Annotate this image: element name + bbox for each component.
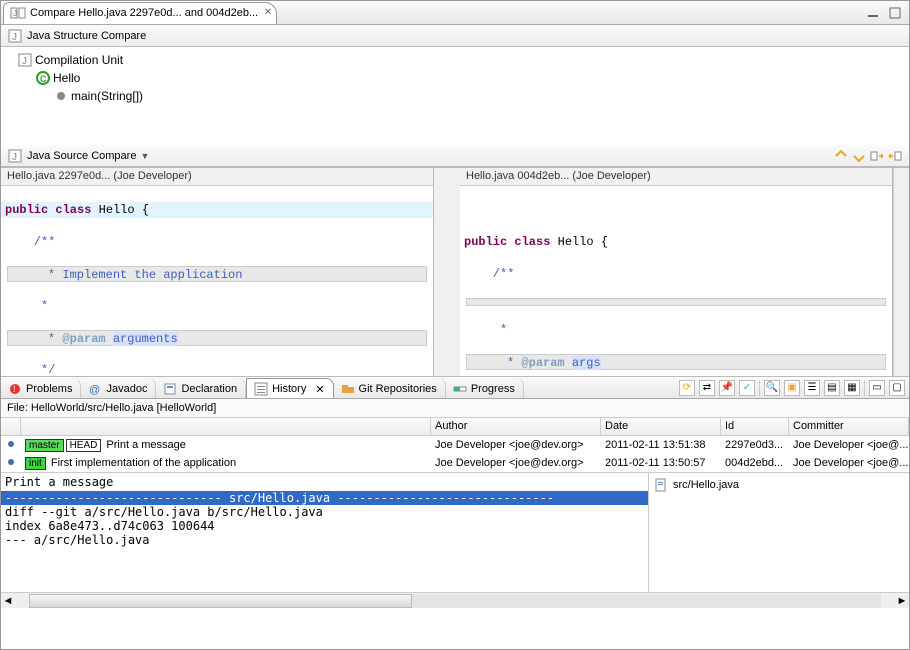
history-detail-split: Print a message ------------------------… <box>1 472 909 592</box>
history-icon <box>253 381 269 397</box>
tab-javadoc[interactable]: @ Javadoc <box>81 378 156 398</box>
close-icon[interactable]: ✕ <box>264 7 272 18</box>
prev-diff-icon[interactable] <box>851 148 867 164</box>
pin-icon[interactable]: 📌 <box>719 380 735 396</box>
structure-tree[interactable]: J Compilation Unit C Hello main(String[]… <box>1 47 909 145</box>
java-icon: J <box>7 28 23 44</box>
svg-text:J: J <box>12 152 17 163</box>
col-id[interactable]: Id <box>721 418 789 435</box>
tab-problems[interactable]: ! Problems <box>1 378 81 398</box>
java-icon: J <box>7 148 23 164</box>
class-icon: C <box>35 70 51 86</box>
method-icon <box>53 88 69 104</box>
structure-compare-title: Java Structure Compare <box>27 30 146 42</box>
ref-badge: HEAD <box>66 439 102 452</box>
history-row[interactable]: init First implementation of the applica… <box>1 454 909 472</box>
javadoc-icon: @ <box>87 381 103 397</box>
left-file-header: Hello.java 2297e0d... (Joe Developer) <box>1 168 433 186</box>
svg-text:J: J <box>12 32 17 43</box>
tab-title: Compare Hello.java 2297e0d... and 004d2e… <box>30 7 258 19</box>
views-tab-bar: ! Problems @ Javadoc Declaration History… <box>1 377 909 399</box>
tree-method[interactable]: main(String[]) <box>17 87 909 105</box>
svg-text:C: C <box>40 74 47 84</box>
horizontal-scrollbar[interactable]: ◄ ► <box>1 592 909 608</box>
diff-pane[interactable]: Print a message ------------------------… <box>1 473 649 592</box>
ref-badge: init <box>25 457 46 470</box>
close-icon[interactable]: ✕ <box>315 383 324 396</box>
compare-gutter <box>434 168 460 376</box>
tree-class[interactable]: C Hello <box>17 69 909 87</box>
svg-text:J: J <box>22 56 27 67</box>
progress-icon <box>452 381 468 397</box>
right-code-pane: Hello.java 004d2eb... (Joe Developer) pu… <box>460 168 893 376</box>
tab-history[interactable]: History ✕ <box>246 378 333 398</box>
maximize-view-icon[interactable]: ▢ <box>889 380 905 396</box>
problems-icon: ! <box>7 381 23 397</box>
file-list-item[interactable]: src/Hello.java <box>673 479 739 491</box>
declaration-icon <box>162 381 178 397</box>
svg-text:!: ! <box>13 384 16 394</box>
layout-icon[interactable]: ▦ <box>844 380 860 396</box>
compare-editor-tab[interactable]: J Compare Hello.java 2297e0d... and 004d… <box>3 2 277 24</box>
history-path: File: HelloWorld/src/Hello.java [HelloWo… <box>1 399 909 418</box>
source-compare-title: Java Source Compare <box>27 150 136 162</box>
svg-text:@: @ <box>89 384 100 396</box>
tree-compilation-unit[interactable]: J Compilation Unit <box>17 51 909 69</box>
editor-tab-bar: J Compare Hello.java 2297e0d... and 004d… <box>1 1 909 25</box>
compare-mode-icon[interactable]: ☰ <box>804 380 820 396</box>
col-date[interactable]: Date <box>601 418 721 435</box>
next-diff-icon[interactable] <box>833 148 849 164</box>
left-code[interactable]: public class Hello { /** * Implement the… <box>1 186 433 376</box>
source-compare-header: J Java Source Compare ▼ <box>1 145 909 167</box>
commit-message: Print a message <box>1 473 648 491</box>
dropdown-icon[interactable]: ▼ <box>140 151 149 161</box>
file-icon <box>653 477 669 493</box>
history-toolbar: ⟳ ⇄ 📌 ✓ 🔍 ▣ ☰ ▤ ▦ ▭ ▢ <box>679 380 905 396</box>
compilation-unit-icon: J <box>17 52 33 68</box>
copy-right-icon[interactable] <box>887 148 903 164</box>
files-pane[interactable]: src/Hello.java <box>649 473 909 592</box>
filter-icon[interactable]: ✓ <box>739 380 755 396</box>
structure-compare-header: J Java Structure Compare <box>1 25 909 47</box>
code-compare-split: Hello.java 2297e0d... (Joe Developer) pu… <box>1 167 909 377</box>
svg-text:J: J <box>13 9 17 18</box>
ref-badge: master <box>25 439 64 452</box>
maximize-icon[interactable] <box>887 5 903 21</box>
scrollbar[interactable] <box>893 168 909 376</box>
tree-label: Hello <box>53 71 80 85</box>
tab-git-repositories[interactable]: Git Repositories <box>334 378 446 398</box>
tab-progress[interactable]: Progress <box>446 378 524 398</box>
tab-declaration[interactable]: Declaration <box>156 378 246 398</box>
history-table[interactable]: Author Date Id Committer masterHEAD Prin… <box>1 418 909 472</box>
tree-label: main(String[]) <box>71 89 143 103</box>
copy-left-icon[interactable] <box>869 148 885 164</box>
history-row[interactable]: masterHEAD Print a messageJoe Developer … <box>1 436 909 454</box>
tree-label: Compilation Unit <box>35 53 123 67</box>
branches-icon[interactable]: ▤ <box>824 380 840 396</box>
java-compare-icon: J <box>10 5 26 21</box>
col-committer[interactable]: Committer <box>789 418 909 435</box>
diff-file-separator: ------------------------------ src/Hello… <box>1 491 648 505</box>
left-code-pane: Hello.java 2297e0d... (Joe Developer) pu… <box>1 168 434 376</box>
minimize-view-icon[interactable]: ▭ <box>869 380 885 396</box>
link-editor-icon[interactable]: ⇄ <box>699 380 715 396</box>
db-icon[interactable]: ▣ <box>784 380 800 396</box>
history-header: Author Date Id Committer <box>1 418 909 436</box>
minimize-icon[interactable] <box>865 5 881 21</box>
col-author[interactable]: Author <box>431 418 601 435</box>
right-file-header: Hello.java 004d2eb... (Joe Developer) <box>460 168 892 186</box>
find-icon[interactable]: 🔍 <box>764 380 780 396</box>
refresh-icon[interactable]: ⟳ <box>679 380 695 396</box>
git-repo-icon <box>340 381 356 397</box>
right-code[interactable]: public class Hello { /** * * @param args… <box>460 186 892 376</box>
